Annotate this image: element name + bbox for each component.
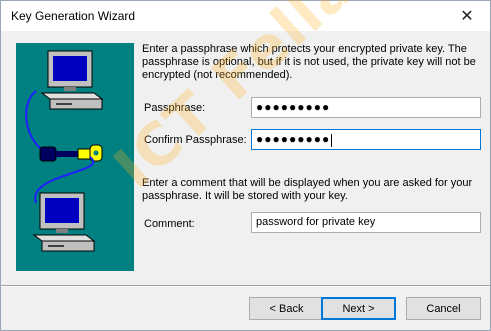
wizard-illustration [16,43,134,271]
next-button[interactable]: Next > [321,297,396,320]
close-icon: ✕ [460,8,474,25]
confirm-passphrase-field[interactable]: ●●●●●●●●● [251,129,481,150]
window-title: Key Generation Wizard [11,9,136,23]
passphrase-instructions: Enter a passphrase which protects your e… [142,43,476,81]
computer-icon [32,192,96,252]
cancel-button[interactable]: Cancel [406,297,481,320]
close-button[interactable]: ✕ [444,1,490,31]
comment-label: Comment: [144,218,195,230]
comment-field[interactable]: password for private key [251,212,481,233]
confirm-passphrase-label: Confirm Passphrase: [144,134,247,146]
passphrase-field[interactable]: ●●●●●●●●● [251,97,481,118]
text-caret [331,133,333,147]
title-bar: Key Generation Wizard ✕ [1,1,490,31]
back-button[interactable]: < Back [249,297,324,320]
computer-icon [25,50,104,152]
key-generation-wizard-window: Key Generation Wizard ✕ Enter a passphra… [0,0,491,331]
passphrase-masked-value: ●●●●●●●●● [256,100,331,114]
confirm-passphrase-masked-value: ●●●●●●●●● [256,132,331,146]
comment-value: password for private key [256,216,376,228]
button-separator [1,285,490,287]
comment-instructions: Enter a comment that will be displayed w… [142,177,473,202]
passphrase-label: Passphrase: [144,102,206,114]
